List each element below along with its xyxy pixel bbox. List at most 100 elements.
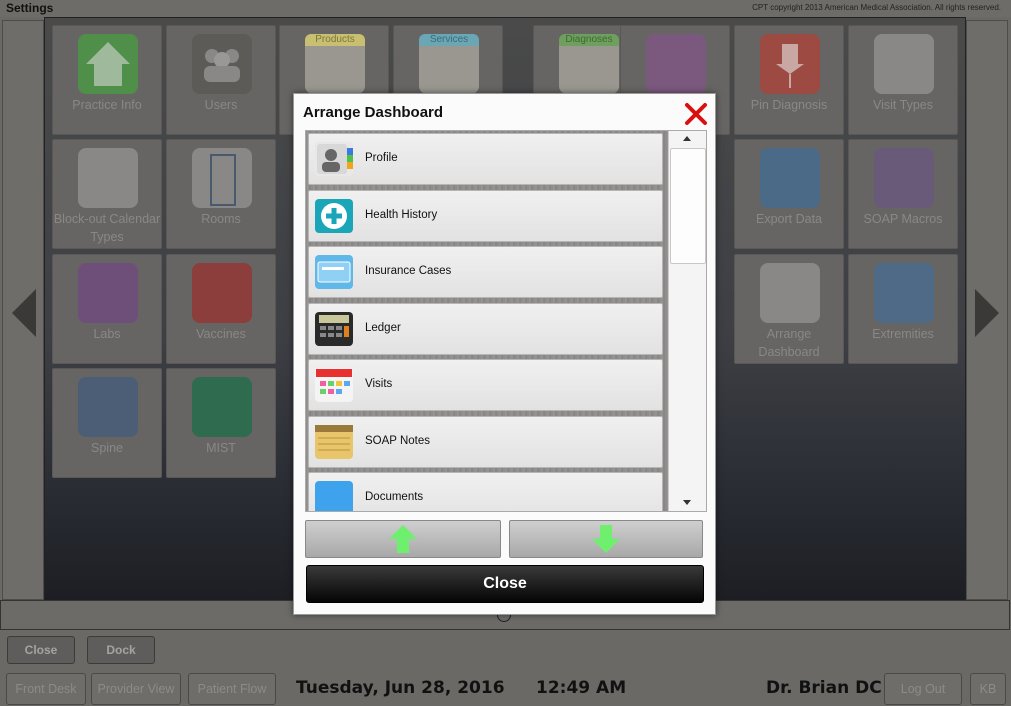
- dialog-title: Arrange Dashboard: [303, 104, 444, 121]
- item-label: SOAP Notes: [365, 435, 430, 447]
- copyright-notice: CPT copyright 2013 American Medical Asso…: [752, 3, 1001, 12]
- item-label: Profile: [365, 152, 398, 164]
- arrange-dashboard-dialog: Arrange Dashboard Profile Health History…: [293, 93, 716, 615]
- item-label: Health History: [365, 209, 438, 221]
- tile-spine[interactable]: Spine: [52, 368, 162, 478]
- move-up-button[interactable]: [305, 520, 501, 558]
- calculator-icon: [315, 312, 353, 346]
- services-notepad-icon: Services: [419, 34, 479, 94]
- tile-label: Labs: [93, 327, 121, 341]
- tile-visit-types[interactable]: Visit Types: [848, 25, 958, 135]
- tile-label: SOAP Macros: [863, 212, 943, 226]
- flask-icon: [78, 263, 138, 323]
- arrow-up-icon: [389, 525, 417, 553]
- next-page-button[interactable]: [966, 20, 1008, 600]
- list-item[interactable]: SOAP Notes: [308, 416, 663, 468]
- window-title: Settings: [6, 1, 54, 15]
- tile-label: Users: [204, 98, 238, 112]
- scroll-thumb[interactable]: [670, 148, 706, 264]
- diagnoses-notepad-icon: Diagnoses: [559, 34, 619, 94]
- list-item[interactable]: Profile: [308, 133, 663, 185]
- tile-label: Vaccines: [196, 327, 246, 341]
- door-icon: [192, 148, 252, 208]
- tile-label: Extremities: [872, 327, 934, 341]
- health-history-icon: [315, 199, 353, 233]
- users-icon: [192, 34, 252, 94]
- insurance-card-icon: [315, 255, 353, 289]
- scroll-down-icon[interactable]: [683, 500, 691, 505]
- tile-block-out-calendar-types[interactable]: Block-out Calendar Types: [52, 139, 162, 249]
- kb-button[interactable]: KB: [970, 673, 1006, 705]
- mist-icon: [192, 377, 252, 437]
- item-label: Insurance Cases: [365, 265, 452, 277]
- tile-label: Practice Info: [72, 98, 142, 112]
- provider-view-button[interactable]: Provider View: [91, 673, 181, 705]
- tile-label: Pin Diagnosis: [750, 98, 828, 112]
- item-label: Documents: [365, 491, 424, 503]
- scroll-up-icon[interactable]: [683, 136, 691, 141]
- house-icon: [78, 34, 138, 94]
- pin-purple-icon: [646, 34, 706, 94]
- list-item[interactable]: Health History: [308, 190, 663, 242]
- dialog-close-button[interactable]: Close: [306, 565, 704, 603]
- close-button[interactable]: Close: [7, 636, 75, 664]
- close-x-icon[interactable]: [683, 101, 709, 127]
- soap-macros-icon: [874, 148, 934, 208]
- tile-note-label: Diagnoses: [559, 34, 619, 46]
- tile-soap-macros[interactable]: SOAP Macros: [848, 139, 958, 249]
- tile-note-label: Services: [419, 34, 479, 46]
- log-out-button[interactable]: Log Out: [884, 673, 962, 705]
- tile-users[interactable]: Users: [166, 25, 276, 135]
- dashboard-items-list[interactable]: Profile Health History Insurance Cases L…: [305, 130, 707, 512]
- tile-practice-info[interactable]: Practice Info: [52, 25, 162, 135]
- profile-icon: [315, 142, 353, 176]
- tile-export-data[interactable]: Export Data: [734, 139, 844, 249]
- front-desk-button[interactable]: Front Desk: [6, 673, 86, 705]
- chevron-left-icon: [12, 289, 36, 337]
- tile-rooms[interactable]: Rooms: [166, 139, 276, 249]
- visits-calendar-icon: [315, 368, 353, 402]
- tile-vaccines[interactable]: Vaccines: [166, 254, 276, 364]
- calendar-types-icon: [78, 148, 138, 208]
- list-scrollbar[interactable]: [668, 131, 706, 511]
- tile-note-label: Products: [305, 34, 365, 46]
- body-icon: [874, 263, 934, 323]
- tile-labs[interactable]: Labs: [52, 254, 162, 364]
- products-notepad-icon: Products: [305, 34, 365, 94]
- top-bar: Settings CPT copyright 2013 American Med…: [0, 0, 1011, 17]
- pin-red-icon: [760, 34, 820, 94]
- arrange-dashboard-icon: [760, 263, 820, 323]
- tile-label: Visit Types: [873, 98, 933, 112]
- dock-button[interactable]: Dock: [87, 636, 155, 664]
- list-item[interactable]: Documents: [308, 472, 663, 511]
- list-item[interactable]: Ledger: [308, 303, 663, 355]
- export-icon: [760, 148, 820, 208]
- arrow-down-icon: [592, 525, 620, 553]
- tile-mist[interactable]: MIST: [166, 368, 276, 478]
- chevron-right-icon: [975, 289, 999, 337]
- tile-arrange-dashboard[interactable]: Arrange Dashboard: [734, 254, 844, 364]
- patient-flow-button[interactable]: Patient Flow: [188, 673, 276, 705]
- tile-label: Export Data: [755, 212, 822, 226]
- tile-pin-diagnosis[interactable]: Pin Diagnosis: [734, 25, 844, 135]
- item-label: Visits: [365, 378, 393, 390]
- item-label: Ledger: [365, 322, 401, 334]
- notepad-icon: [315, 425, 353, 459]
- prev-page-button[interactable]: [2, 20, 44, 600]
- tile-label: Rooms: [201, 212, 241, 226]
- spine-icon: [78, 377, 138, 437]
- list-item[interactable]: Visits: [308, 359, 663, 411]
- current-user: Dr. Brian DC: [766, 678, 882, 698]
- visit-types-icon: [874, 34, 934, 94]
- list-item[interactable]: Insurance Cases: [308, 246, 663, 298]
- tile-label: Spine: [91, 441, 123, 455]
- tile-extremities[interactable]: Extremities: [848, 254, 958, 364]
- tile-label: Arrange Dashboard: [758, 327, 820, 359]
- move-down-button[interactable]: [509, 520, 703, 558]
- current-date: Tuesday, Jun 28, 2016: [296, 678, 505, 698]
- tile-label: MIST: [206, 441, 236, 455]
- syringe-icon: [192, 263, 252, 323]
- tile-label: Block-out Calendar Types: [53, 212, 161, 244]
- folder-icon: [315, 481, 353, 511]
- current-time: 12:49 AM: [536, 678, 627, 698]
